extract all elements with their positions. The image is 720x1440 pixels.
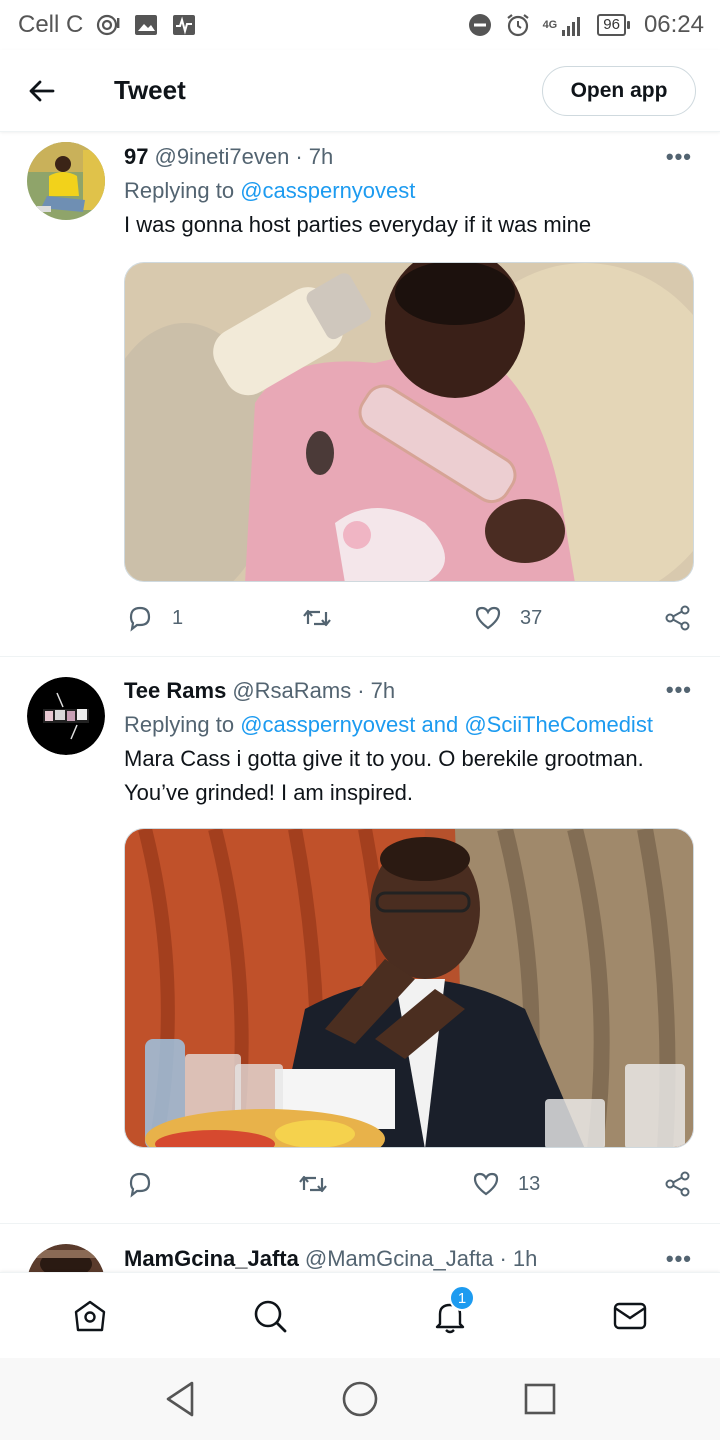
share-action[interactable] — [664, 604, 692, 632]
tweet-meta: Tee Rams @RsaRams · 7h — [124, 676, 694, 706]
heart-icon — [475, 606, 501, 630]
heart-icon — [473, 1172, 499, 1196]
network-type: 4G — [542, 19, 558, 31]
system-recents-button[interactable] — [519, 1378, 561, 1420]
system-home-button[interactable] — [339, 1378, 381, 1420]
status-right: 4G 96 06:24 — [467, 11, 704, 39]
display-name[interactable]: 97 — [124, 144, 148, 170]
more-options-icon[interactable]: ••• — [666, 677, 692, 703]
like-count: 13 — [518, 1172, 541, 1195]
gallery-icon — [135, 15, 158, 35]
nav-messages[interactable] — [609, 1295, 651, 1337]
home-icon — [74, 1300, 106, 1332]
tweet-body: MamGcina_Jafta @MamGcina_Jafta · 1h — [124, 1224, 694, 1272]
user-handle[interactable]: @9ineti7even — [154, 144, 289, 170]
tweet-media-image[interactable] — [124, 262, 694, 582]
avatar[interactable] — [27, 1244, 105, 1272]
header-bar: Tweet Open app — [0, 50, 720, 132]
replying-to: Replying to @casspernyovest — [124, 178, 694, 204]
back-button[interactable] — [12, 61, 72, 121]
retweet-icon — [299, 1175, 327, 1193]
like-action[interactable]: 13 — [472, 1170, 540, 1198]
tweet-media-image[interactable] — [124, 828, 694, 1148]
bottom-navigation: 1 — [0, 1272, 720, 1358]
activity-icon — [173, 15, 196, 35]
nav-home[interactable] — [69, 1295, 111, 1337]
tweet-time[interactable]: · 1h — [499, 1246, 537, 1272]
tweet[interactable]: ••• 97 @9ineti7even · 7h Replying to @ca… — [0, 132, 720, 657]
alarm-icon — [506, 14, 529, 37]
more-options-icon[interactable]: ••• — [666, 144, 692, 170]
replying-to-label: Replying to — [124, 712, 235, 737]
signal-icon — [562, 17, 581, 36]
carrier-label: Cell C — [18, 11, 84, 38]
user-handle[interactable]: @RsaRams — [232, 678, 351, 704]
battery-indicator: 96 — [597, 14, 630, 36]
hotspot-icon — [97, 14, 120, 36]
tweet[interactable]: ••• Tee Rams @RsaRams · 7h Replying to @… — [0, 657, 720, 1224]
avatar[interactable] — [27, 677, 105, 755]
retweet-action[interactable] — [298, 1170, 346, 1198]
baby-bottle-photo — [125, 263, 693, 581]
circle-home-icon — [342, 1381, 378, 1417]
replying-to: Replying to @casspernyovest and @SciiThe… — [124, 712, 694, 738]
replying-to-label: Replying to — [124, 178, 235, 203]
tweet-actions: 1 37 — [0, 582, 720, 654]
share-icon — [665, 1171, 690, 1197]
page-title: Tweet — [114, 75, 186, 105]
status-left: Cell C — [18, 11, 197, 39]
square-recents-icon — [524, 1383, 556, 1415]
notification-badge: 1 — [449, 1285, 475, 1311]
retweet-action[interactable] — [302, 604, 350, 632]
reply-icon — [129, 606, 151, 632]
replying-to-link[interactable]: @casspernyovest — [240, 178, 415, 203]
like-action[interactable]: 37 — [474, 604, 542, 632]
tweet-meta: MamGcina_Jafta @MamGcina_Jafta · 1h — [124, 1244, 694, 1272]
status-bar: Cell C 4G 96 06:24 — [0, 0, 720, 50]
tweet-body: 97 @9ineti7even · 7h Replying to @casspe… — [124, 132, 694, 582]
mail-icon — [613, 1302, 647, 1330]
clock: 06:24 — [643, 11, 704, 38]
tweet-meta: 97 @9ineti7even · 7h — [124, 142, 694, 172]
triangle-back-icon — [166, 1381, 194, 1417]
reply-icon — [129, 1172, 151, 1198]
system-back-button[interactable] — [159, 1378, 201, 1420]
tweet-time[interactable]: · 7h — [295, 144, 333, 170]
share-action[interactable] — [664, 1170, 692, 1198]
avatar[interactable] — [27, 142, 105, 220]
man-at-dinner-photo — [125, 829, 693, 1147]
arrow-left-icon — [29, 80, 55, 101]
user-handle[interactable]: @MamGcina_Jafta — [305, 1246, 494, 1272]
tweet-body: Tee Rams @RsaRams · 7h Replying to @cass… — [124, 657, 694, 1148]
dnd-icon — [468, 14, 491, 36]
reply-count: 1 — [172, 606, 184, 629]
nav-notifications[interactable]: 1 — [429, 1285, 475, 1337]
tweet-feed: ••• 97 @9ineti7even · 7h Replying to @ca… — [0, 132, 720, 1272]
search-icon — [254, 1300, 287, 1333]
reply-action[interactable]: 1 — [126, 604, 183, 632]
display-name[interactable]: MamGcina_Jafta — [124, 1246, 299, 1272]
tweet-text: Mara Cass i gotta give it to you. O bere… — [124, 746, 644, 805]
like-count: 37 — [520, 606, 543, 629]
share-icon — [665, 605, 690, 631]
system-navigation-bar — [0, 1358, 720, 1440]
open-app-button[interactable]: Open app — [542, 65, 696, 116]
tweet-text: I was gonna host parties everyday if it … — [124, 212, 592, 237]
retweet-icon — [303, 609, 331, 627]
reply-action[interactable] — [126, 1170, 172, 1198]
tweet-time[interactable]: · 7h — [357, 678, 395, 704]
more-options-icon[interactable]: ••• — [666, 1246, 692, 1272]
display-name[interactable]: Tee Rams — [124, 678, 226, 704]
tweet-actions: 13 — [0, 1148, 720, 1220]
tweet[interactable]: ••• MamGcina_Jafta @MamGcina_Jafta · 1h — [0, 1224, 720, 1272]
replying-to-link[interactable]: @casspernyovest and @SciiTheComedist — [240, 712, 653, 737]
nav-explore[interactable] — [249, 1295, 291, 1337]
